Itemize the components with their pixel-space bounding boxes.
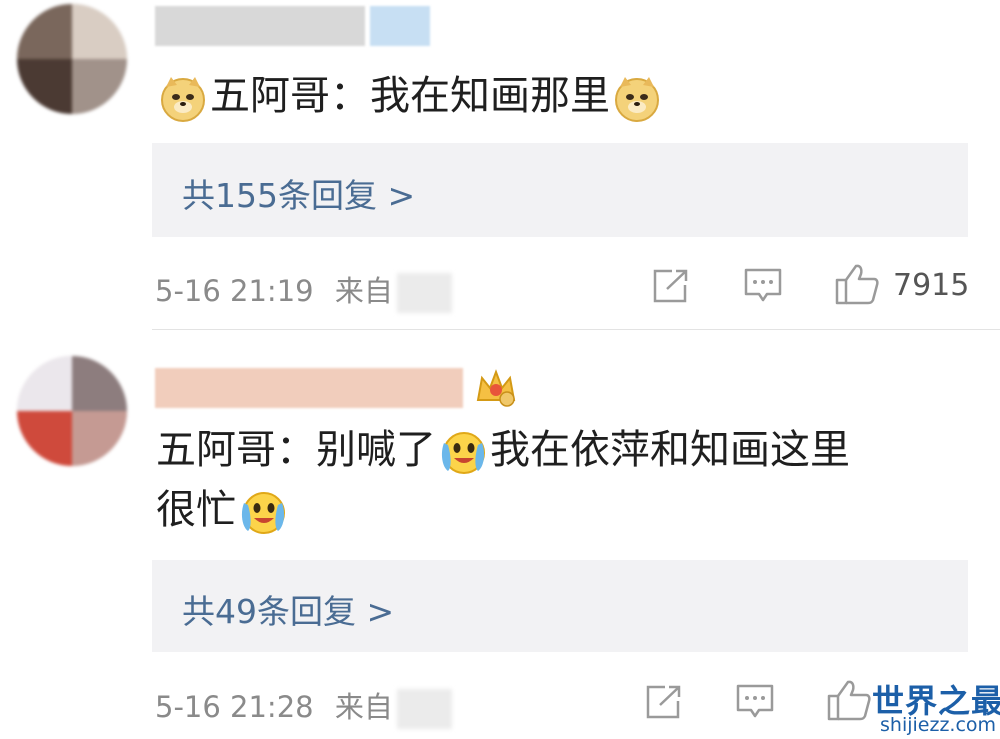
source-label: 来自 bbox=[334, 690, 393, 724]
comment-item: 五阿哥：我在知画那里 共155条回复 > 5-16 21:19 来自 7915 bbox=[0, 0, 1000, 330]
comment-text-part2: 我在依萍和知画这里 bbox=[490, 427, 850, 473]
avatar[interactable] bbox=[17, 4, 127, 114]
reply-box[interactable]: 共155条回复 > bbox=[152, 143, 968, 237]
source-label: 来自 bbox=[334, 274, 393, 308]
view-replies-link[interactable]: 共49条回复 > bbox=[182, 585, 394, 633]
share-icon[interactable] bbox=[652, 268, 690, 304]
comment-text-part1: 五阿哥：别喊了 bbox=[156, 427, 436, 473]
crying-laughing-face-icon bbox=[441, 432, 485, 474]
timestamp: 5-16 21:19 bbox=[155, 274, 314, 308]
username[interactable] bbox=[155, 6, 430, 46]
comment-text-part3: 很忙 bbox=[156, 487, 236, 533]
like-icon[interactable] bbox=[834, 262, 880, 306]
watermark: 世界之最 shijiezz.com bbox=[858, 676, 1000, 739]
comment-text-line2: 很忙 bbox=[156, 480, 290, 540]
source-device-redacted bbox=[396, 689, 452, 729]
reply-box[interactable]: 共49条回复 > bbox=[152, 560, 968, 652]
doge-face-icon bbox=[161, 77, 205, 122]
comment-icon[interactable] bbox=[735, 682, 775, 722]
avatar[interactable] bbox=[17, 356, 127, 466]
watermark-domain: shijiezz.com bbox=[880, 714, 997, 736]
timestamp: 5-16 21:28 bbox=[155, 690, 314, 724]
like-count: 7915 bbox=[893, 268, 970, 303]
crying-laughing-face-icon bbox=[241, 492, 285, 534]
divider bbox=[152, 329, 1000, 330]
crown-badge-icon bbox=[476, 369, 516, 407]
comment-meta: 5-16 21:19 来自 bbox=[155, 268, 452, 313]
comment-meta: 5-16 21:28 来自 bbox=[155, 684, 452, 729]
comment-text: 五阿哥：我在知画那里 bbox=[156, 66, 664, 126]
comment-text-content: 五阿哥：我在知画那里 bbox=[210, 73, 610, 119]
comment-text: 五阿哥：别喊了 我在依萍和知画这里 bbox=[156, 420, 850, 480]
view-replies-link[interactable]: 共155条回复 > bbox=[182, 169, 415, 217]
comment-icon[interactable] bbox=[743, 266, 783, 306]
doge-face-icon bbox=[615, 77, 659, 122]
share-icon[interactable] bbox=[645, 684, 683, 720]
comment-item: 五阿哥：别喊了 我在依萍和知画这里 很忙 共49条回复 > 5-16 21:28… bbox=[0, 332, 1000, 739]
username[interactable] bbox=[155, 368, 463, 408]
source-device-redacted bbox=[396, 273, 452, 313]
